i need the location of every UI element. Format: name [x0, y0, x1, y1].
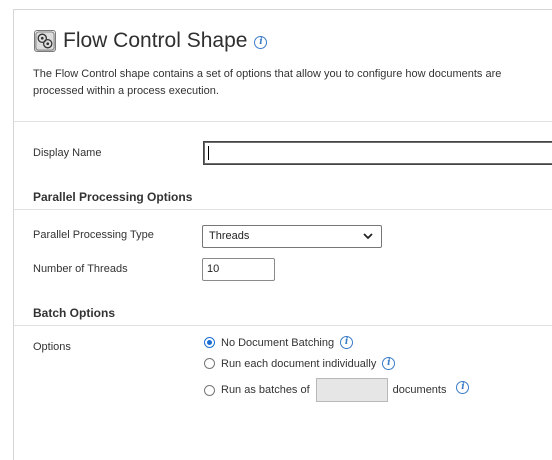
flow-control-dialog: Flow Control Shape i The Flow Control sh…	[13, 9, 552, 460]
info-icon[interactable]: i	[382, 357, 396, 370]
radio-label: No Document Batching	[221, 336, 335, 349]
dialog-header: Flow Control Shape i The Flow Control sh…	[14, 10, 552, 122]
batch-options-section-title: Batch Options	[33, 306, 116, 320]
batch-options-label: Options	[33, 341, 71, 353]
info-icon[interactable]: i	[340, 336, 354, 349]
section-divider	[14, 209, 552, 210]
parallel-processing-section-title: Parallel Processing Options	[33, 190, 193, 204]
display-name-label: Display Name	[33, 147, 102, 159]
chevron-down-icon	[363, 233, 373, 240]
radio-button-selected[interactable]	[204, 337, 215, 348]
flow-control-shape-icon	[34, 30, 56, 52]
radio-button[interactable]	[204, 358, 215, 369]
info-icon[interactable]: i	[254, 35, 268, 49]
number-of-threads-label: Number of Threads	[33, 263, 128, 275]
radio-button[interactable]	[204, 384, 215, 396]
select-value: Threads	[209, 230, 250, 242]
parallel-processing-type-label: Parallel Processing Type	[33, 229, 154, 241]
text-caret	[208, 146, 209, 160]
shape-description: The Flow Control shape contains a set of…	[33, 68, 502, 97]
radio-label: Run each document individually	[221, 357, 377, 370]
info-icon[interactable]: i	[456, 380, 470, 394]
radio-no-batching[interactable]: No Document Batching i	[204, 336, 354, 349]
display-name-input[interactable]	[203, 141, 552, 165]
page-title: Flow Control Shape	[63, 29, 248, 52]
title-row: Flow Control Shape i	[34, 28, 268, 54]
radio-label-suffix: documents	[392, 384, 447, 396]
batch-size-input[interactable]	[315, 378, 388, 402]
section-divider	[14, 325, 552, 326]
radio-label: Run as batches of	[221, 384, 310, 396]
radio-run-individually[interactable]: Run each document individually i	[204, 357, 396, 370]
parallel-processing-type-select[interactable]: Threads	[202, 225, 382, 248]
number-of-threads-input[interactable]: 10	[202, 258, 275, 281]
radio-run-as-batches[interactable]: Run as batches of documents i	[204, 378, 470, 402]
